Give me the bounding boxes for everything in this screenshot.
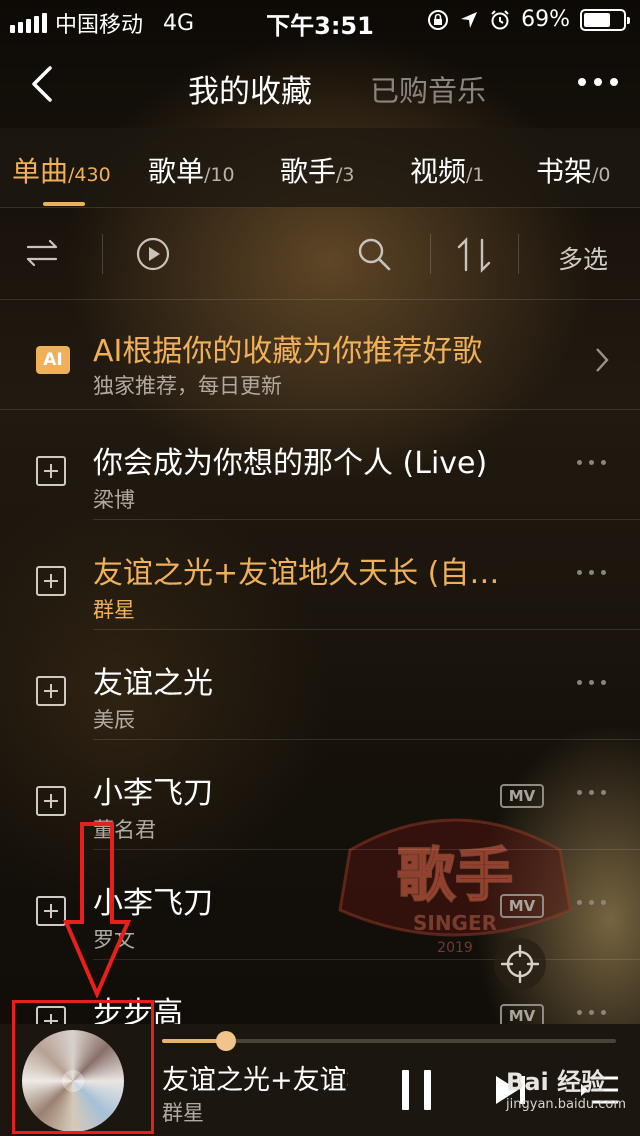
tab-playlists[interactable]: 歌单/10 <box>148 150 235 190</box>
tab-purchased-music[interactable]: 已购音乐 <box>370 68 486 110</box>
status-bar: 中国移动 4G 下午3:51 69% <box>0 0 640 40</box>
song-artist: 美辰 <box>93 708 135 732</box>
location-icon <box>461 11 478 28</box>
song-row[interactable]: 友谊之光 美辰 <box>0 630 640 740</box>
annotation-box <box>12 1000 154 1134</box>
multi-select-button[interactable]: 多选 <box>558 240 608 276</box>
add-icon[interactable] <box>36 566 66 596</box>
more-options-icon[interactable] <box>577 900 606 905</box>
play-all-icon[interactable] <box>135 236 171 272</box>
player-song-title: 友谊之光+友谊地 <box>162 1065 348 1096</box>
tab-videos[interactable]: 视频/1 <box>410 150 485 190</box>
watermark-url: jingyan.baidu.com <box>506 1097 626 1112</box>
toolbar-divider <box>102 234 103 274</box>
locate-icon[interactable] <box>494 938 546 990</box>
more-icon[interactable] <box>578 78 618 86</box>
more-options-icon[interactable] <box>577 790 606 795</box>
watermark: Bai 经验 jingyan.baidu.com <box>506 1062 626 1112</box>
orientation-lock-icon <box>428 9 449 30</box>
tab-count: /1 <box>466 164 485 186</box>
tab-singers[interactable]: 歌手/3 <box>280 150 355 190</box>
sort-icon[interactable] <box>455 236 493 274</box>
tab-label: 视频 <box>410 155 467 188</box>
song-artist: 群星 <box>93 598 135 622</box>
progress-knob[interactable] <box>215 1031 236 1051</box>
tab-label: 书架 <box>536 155 593 188</box>
chevron-right-icon <box>596 348 609 372</box>
more-options-icon[interactable] <box>577 1010 606 1015</box>
watermark-title: Bai 经验 <box>506 1068 606 1096</box>
category-tabs: 单曲/430 歌单/10 歌手/3 视频/1 书架/0 <box>0 128 640 208</box>
tab-label: 歌手 <box>280 155 337 188</box>
add-icon[interactable] <box>36 676 66 706</box>
nav-bar: 我的收藏 已购音乐 <box>0 40 640 128</box>
tab-label: 单曲 <box>12 155 69 188</box>
add-icon[interactable] <box>36 456 66 486</box>
shuffle-icon[interactable] <box>26 236 60 270</box>
more-options-icon[interactable] <box>577 460 606 465</box>
song-title: 你会成为你想的那个人 (Live) <box>93 446 488 481</box>
song-title: 友谊之光+友谊地久天长 (自… <box>93 556 500 591</box>
tab-count: /0 <box>592 164 611 186</box>
song-title: 小李飞刀 <box>93 776 213 811</box>
back-icon[interactable] <box>26 64 62 104</box>
toolbar-divider <box>518 234 519 274</box>
active-tab-indicator <box>43 202 85 206</box>
search-icon[interactable] <box>356 236 392 272</box>
page-title[interactable]: 我的收藏 <box>188 66 312 111</box>
ai-recommend-row[interactable]: AI AI根据你的收藏为你推荐好歌 独家推荐，每日更新 <box>0 300 640 410</box>
player-artist: 群星 <box>162 1101 204 1125</box>
tab-label: 歌单 <box>148 155 205 188</box>
ai-badge: AI <box>36 346 70 374</box>
battery-icon <box>580 8 630 31</box>
mv-badge[interactable]: MV <box>500 784 544 808</box>
song-row-playing[interactable]: 友谊之光+友谊地久天长 (自… 群星 <box>0 520 640 630</box>
alarm-icon <box>491 9 509 29</box>
more-options-icon[interactable] <box>577 680 606 685</box>
song-toolbar: 多选 <box>0 208 640 300</box>
annotation-arrow <box>62 822 132 998</box>
tab-bookshelf[interactable]: 书架/0 <box>536 150 611 190</box>
progress-bar[interactable] <box>162 1031 616 1051</box>
tab-count: /430 <box>68 164 111 186</box>
tab-singles[interactable]: 单曲/430 <box>12 150 111 190</box>
ai-title: AI根据你的收藏为你推荐好歌 <box>93 334 483 369</box>
mv-badge[interactable]: MV <box>500 894 544 918</box>
ai-subtitle: 独家推荐，每日更新 <box>93 374 282 398</box>
pause-icon[interactable] <box>402 1070 432 1110</box>
tab-count: /3 <box>336 164 355 186</box>
toolbar-divider <box>430 234 431 274</box>
song-artist: 梁博 <box>93 488 135 512</box>
song-row[interactable]: 你会成为你想的那个人 (Live) 梁博 <box>0 410 640 520</box>
battery-percent: 69% <box>521 7 570 32</box>
tab-count: /10 <box>204 164 235 186</box>
more-options-icon[interactable] <box>577 570 606 575</box>
add-icon[interactable] <box>36 786 66 816</box>
song-title: 友谊之光 <box>93 666 213 701</box>
